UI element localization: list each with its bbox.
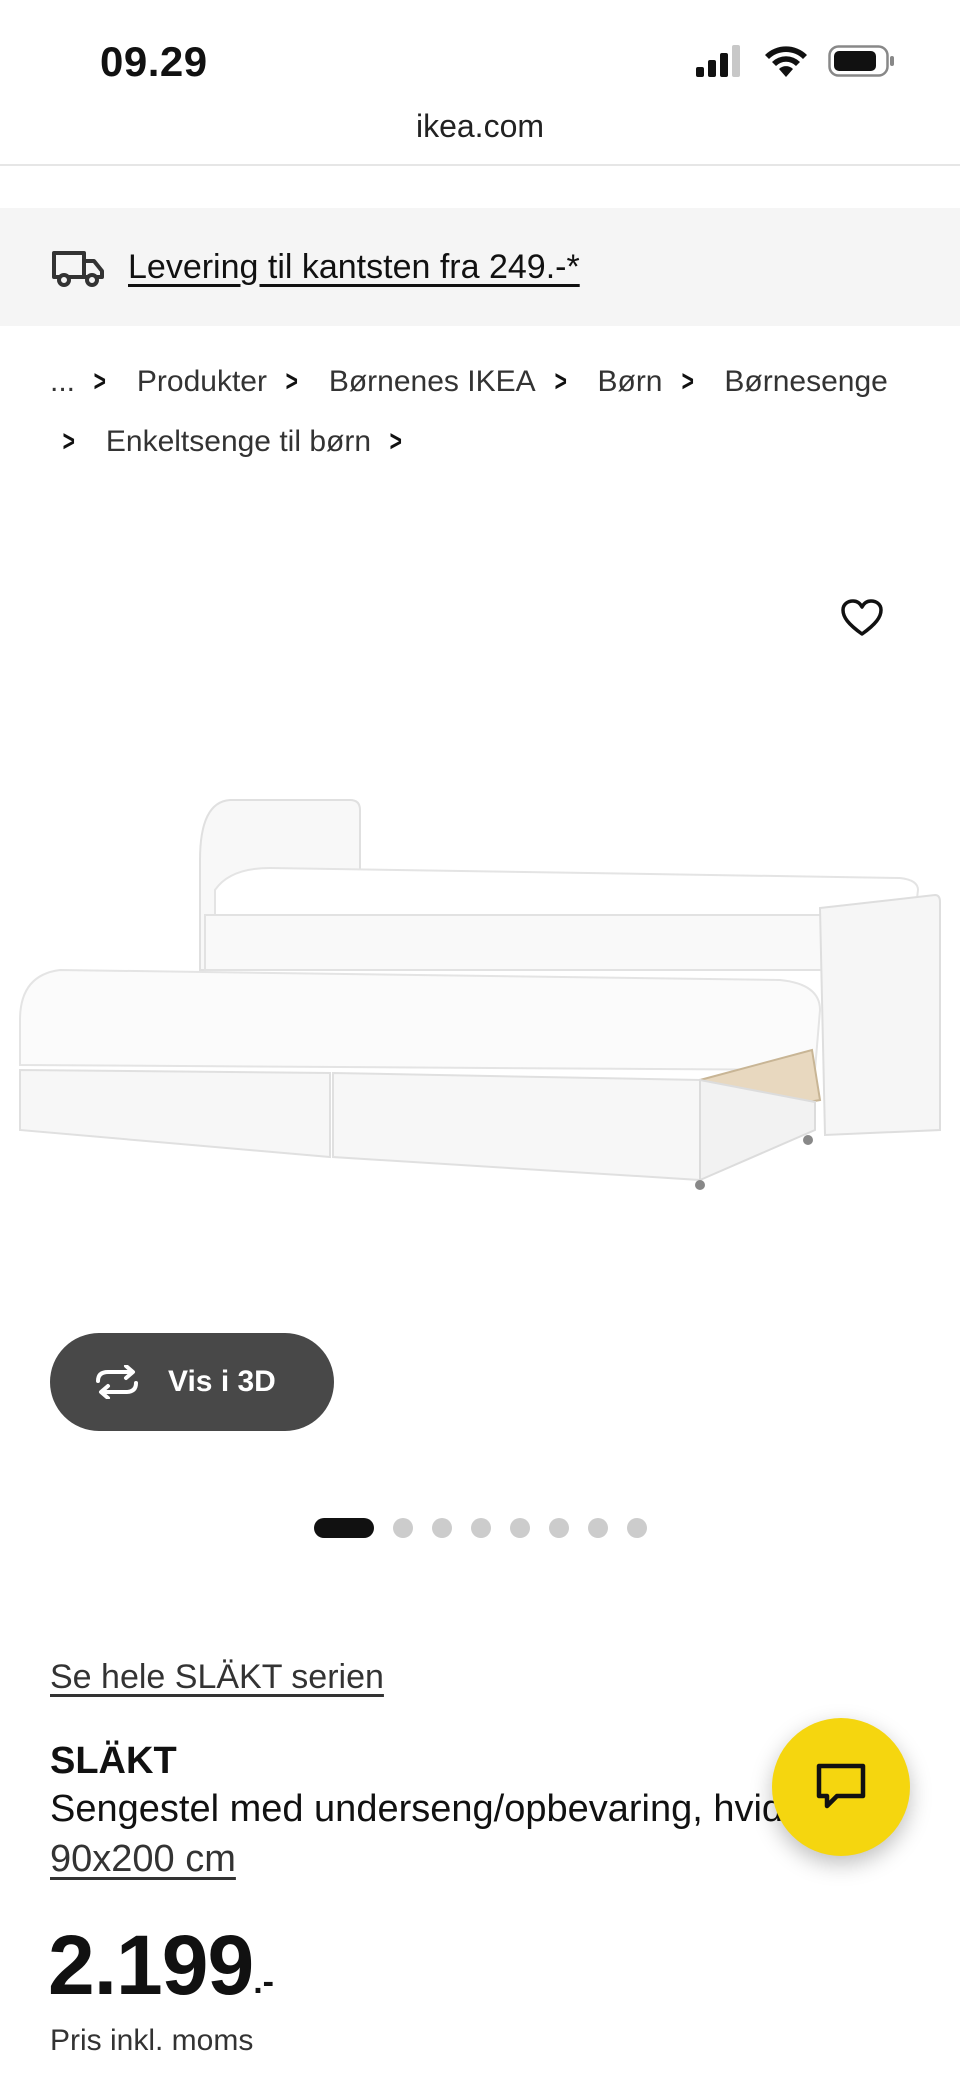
- truck-icon: [52, 251, 104, 287]
- carousel-dot-active[interactable]: [313, 1518, 374, 1538]
- product-image[interactable]: [0, 780, 960, 1340]
- carousel-dot[interactable]: [509, 1518, 530, 1538]
- chevron-right-icon: >: [681, 365, 694, 398]
- battery-icon: [828, 45, 894, 77]
- wifi-icon: [765, 46, 807, 77]
- rotate-3d-icon: [96, 1365, 138, 1399]
- breadcrumb: ... > Produkter > Børnenes IKEA > Børn > Bør…: [50, 352, 930, 472]
- status-icons: [696, 44, 896, 78]
- carousel-dot[interactable]: [587, 1518, 608, 1538]
- vat-note: Pris inkl. moms: [50, 2024, 254, 2057]
- url-divider: [0, 164, 960, 166]
- price-integer: 2.199: [48, 1918, 254, 2012]
- chat-bubble-icon: [816, 1763, 866, 1809]
- breadcrumb-item-boern[interactable]: Børn: [597, 352, 662, 412]
- breadcrumb-item-boernenes-ikea[interactable]: Børnenes IKEA: [329, 352, 536, 412]
- carousel-dot[interactable]: [470, 1518, 491, 1538]
- breadcrumb-ellipsis[interactable]: ...: [50, 352, 75, 412]
- carousel-dot[interactable]: [548, 1518, 569, 1538]
- carousel-dot[interactable]: [431, 1518, 452, 1538]
- carousel-dot[interactable]: [626, 1518, 647, 1538]
- view-3d-button[interactable]: Vis i 3D: [50, 1333, 334, 1431]
- chevron-right-icon: >: [285, 365, 298, 398]
- chevron-right-icon: >: [93, 365, 106, 398]
- product-size-link[interactable]: 90x200 cm: [50, 1838, 236, 1881]
- chat-button[interactable]: [772, 1718, 910, 1856]
- delivery-banner[interactable]: Levering til kantsten fra 249.-*: [0, 208, 960, 326]
- status-time: 09.29: [100, 38, 208, 85]
- url-bar[interactable]: ikea.com: [0, 108, 960, 145]
- view-3d-label: Vis i 3D: [168, 1365, 276, 1398]
- breadcrumb-item-boernesenge[interactable]: Børnesenge: [724, 352, 887, 412]
- status-bar: 09.29: [0, 0, 960, 110]
- breadcrumb-item-enkeltsenge[interactable]: Enkeltsenge til børn: [106, 412, 371, 472]
- carousel-dot[interactable]: [392, 1518, 413, 1538]
- favorite-button[interactable]: [832, 590, 892, 646]
- series-link[interactable]: Se hele SLÄKT serien: [50, 1658, 384, 1697]
- chevron-right-icon: >: [554, 365, 567, 398]
- chevron-right-icon: >: [62, 425, 75, 458]
- chevron-right-icon: >: [389, 425, 402, 458]
- price: 2.199 .-: [48, 1920, 274, 2010]
- signal-icon: [696, 45, 740, 77]
- delivery-link[interactable]: Levering til kantsten fra 249.-*: [128, 248, 580, 287]
- product-description: Sengestel med underseng/opbevaring, hvid…: [50, 1788, 790, 1830]
- carousel-dots: [0, 1518, 960, 1538]
- price-suffix: .-: [253, 1963, 274, 2001]
- breadcrumb-item-produkter[interactable]: Produkter: [137, 352, 267, 412]
- product-name: SLÄKT: [50, 1740, 177, 1782]
- heart-icon: [841, 599, 883, 636]
